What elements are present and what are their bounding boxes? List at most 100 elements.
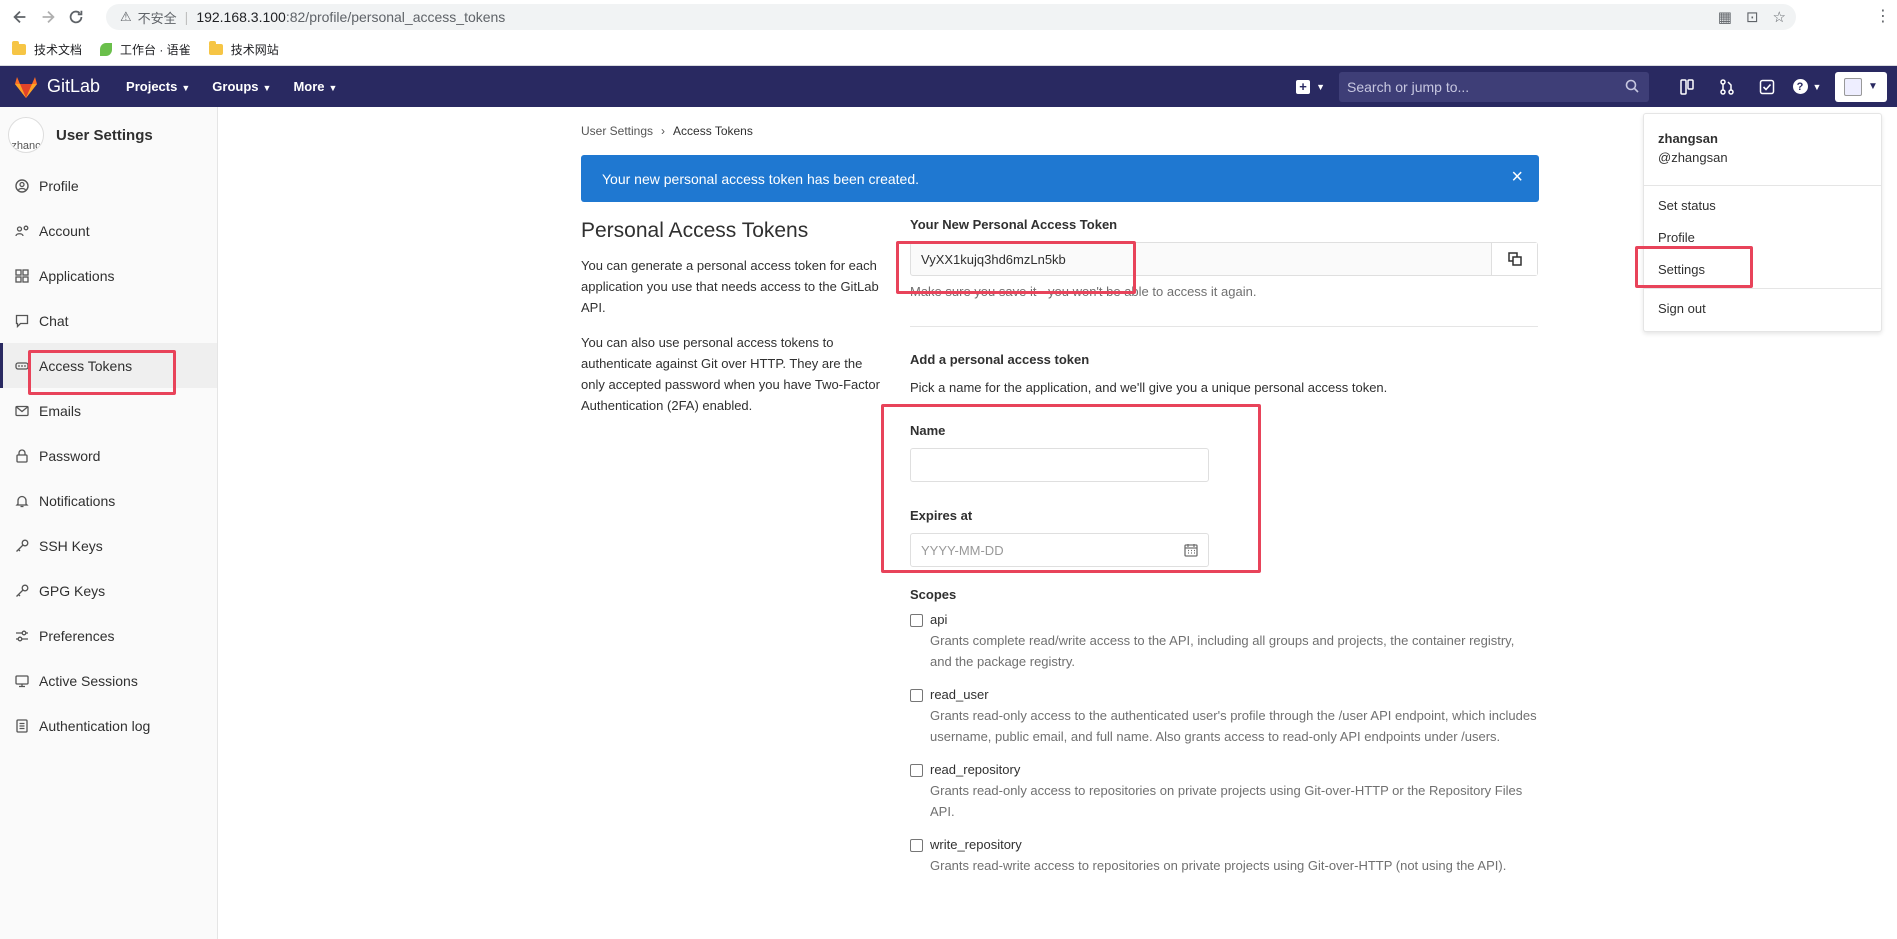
menu-item-set-status[interactable]: Set status — [1644, 189, 1881, 221]
scope-option[interactable]: write_repository — [910, 837, 1538, 852]
log-icon — [14, 718, 30, 734]
dropdown-user-info[interactable]: zhangsan @zhangsan — [1644, 114, 1881, 182]
scope-checkbox[interactable] — [910, 689, 923, 702]
sidebar-item-profile[interactable]: Profile — [0, 163, 217, 208]
settings-sidebar: zhanc User Settings Profile Account Appl… — [0, 107, 218, 939]
menu-item-sign-out[interactable]: Sign out — [1644, 292, 1881, 324]
sidebar-item-label: Authentication log — [39, 717, 151, 734]
sidebar-item-ssh-keys[interactable]: SSH Keys — [0, 523, 217, 568]
sidebar-item-password[interactable]: Password — [0, 433, 217, 478]
new-token-label: Your New Personal Access Token — [910, 217, 1118, 232]
more-menu[interactable]: More ▼ — [293, 79, 337, 94]
sidebar-item-preferences[interactable]: Preferences — [0, 613, 217, 658]
bookmark-item[interactable]: 工作台 · 语雀 — [100, 41, 191, 58]
flash-message: Your new personal access token has been … — [602, 170, 920, 187]
chevron-down-icon: ▼ — [262, 83, 272, 93]
scope-option[interactable]: read_user — [910, 687, 1538, 702]
browser-menu-icon[interactable]: ⋮ — [1875, 6, 1891, 26]
sidebar-item-label: Preferences — [39, 627, 115, 644]
intro-section: Personal Access Tokens You can generate … — [581, 219, 881, 430]
copy-button[interactable] — [1491, 243, 1537, 275]
top-menu: Projects ▼ Groups ▼ More ▼ — [126, 79, 337, 94]
annotation-box-settings — [1635, 246, 1753, 288]
scope-option[interactable]: read_repository — [910, 762, 1538, 777]
back-icon[interactable] — [6, 3, 34, 31]
sidebar-item-account[interactable]: Account — [0, 208, 217, 253]
close-icon[interactable]: × — [1511, 167, 1523, 187]
translate-icon[interactable]: ⊡ — [1746, 8, 1759, 26]
scope-name: read_repository — [930, 762, 1021, 777]
breadcrumb-parent[interactable]: User Settings — [581, 124, 653, 138]
mail-icon — [14, 403, 30, 419]
scope-checkbox[interactable] — [910, 764, 923, 777]
scope-description: Grants read-only access to repositories … — [930, 783, 1523, 819]
scope-option[interactable]: api — [910, 612, 1538, 627]
help-menu[interactable]: ? ▼ — [1787, 79, 1827, 94]
plus-icon: + — [1296, 79, 1311, 94]
sidebar-title: User Settings — [56, 126, 153, 144]
merge-requests-icon[interactable] — [1707, 78, 1747, 95]
todos-icon[interactable] — [1747, 79, 1787, 95]
sidebar-item-label: Applications — [39, 267, 115, 284]
forward-icon[interactable] — [34, 3, 62, 31]
bookmark-item[interactable]: 技术文档 — [12, 40, 82, 58]
projects-menu[interactable]: Projects ▼ — [126, 79, 190, 94]
copy-icon — [1507, 252, 1522, 266]
lock-icon — [14, 448, 30, 464]
sidebar-item-label: Profile — [39, 177, 79, 194]
sidebar-item-label: Account — [39, 222, 90, 239]
scope-name: api — [930, 612, 948, 627]
sidebar-item-notifications[interactable]: Notifications — [0, 478, 217, 523]
sidebar-item-applications[interactable]: Applications — [0, 253, 217, 298]
url-host: 192.168.3.100 — [196, 9, 286, 25]
bookmark-star-icon[interactable]: ☆ — [1773, 8, 1786, 26]
breadcrumb-chevron-icon: › — [661, 124, 666, 138]
folder-icon — [12, 40, 26, 55]
gitlab-home-link[interactable]: GitLab — [13, 75, 100, 99]
menu-label: Projects — [126, 79, 178, 94]
dropdown-handle: @zhangsan — [1658, 150, 1728, 165]
sidebar-item-label: SSH Keys — [39, 537, 103, 554]
key-icon — [14, 538, 30, 554]
sidebar-header[interactable]: zhanc User Settings — [0, 107, 217, 163]
url-path: :82/profile/personal_access_tokens — [285, 9, 506, 25]
gitlab-header: GitLab Projects ▼ Groups ▼ More ▼ + ▼ Searc… — [0, 66, 1897, 107]
dropdown-username: zhangsan — [1658, 131, 1718, 146]
sidebar-item-authentication-log[interactable]: Authentication log — [0, 703, 217, 748]
sidebar-nav: Profile Account Applications Chat Access… — [0, 163, 217, 748]
bookmark-label: 工作台 · 语雀 — [120, 42, 191, 57]
qr-icon[interactable]: ▦ — [1718, 8, 1732, 26]
yuque-icon — [100, 42, 113, 56]
new-item-button[interactable]: + ▼ — [1296, 79, 1325, 94]
bell-icon — [14, 493, 30, 509]
warning-icon: ⚠ — [120, 9, 132, 24]
insecure-label: 不安全 — [137, 10, 177, 26]
sidebar-item-gpg-keys[interactable]: GPG Keys — [0, 568, 217, 613]
bookmarks-bar: 技术文档 工作台 · 语雀 技术网站 — [0, 33, 1897, 66]
bookmark-item[interactable]: 技术网站 — [208, 40, 279, 58]
scope-checkbox[interactable] — [910, 614, 923, 627]
scope-name: read_user — [930, 687, 989, 702]
scope-checkbox[interactable] — [910, 839, 923, 852]
sidebar-item-active-sessions[interactable]: Active Sessions — [0, 658, 217, 703]
intro-paragraph: You can generate a personal access token… — [581, 258, 879, 315]
breadcrumb: User Settings › Access Tokens — [581, 124, 753, 138]
groups-menu[interactable]: Groups ▼ — [212, 79, 271, 94]
issues-icon[interactable] — [1667, 78, 1707, 95]
address-separator: | — [184, 9, 189, 25]
annotation-box-access-tokens — [28, 350, 176, 395]
address-bar[interactable]: ⚠ 不安全 | 192.168.3.100 :82/profile/person… — [106, 4, 1796, 30]
sidebar-item-label: Active Sessions — [39, 672, 138, 689]
annotation-box-form — [881, 404, 1261, 573]
divider — [1644, 185, 1881, 186]
bookmark-label: 技术网站 — [230, 42, 279, 57]
menu-label: Groups — [212, 79, 259, 94]
breadcrumb-current[interactable]: Access Tokens — [673, 124, 753, 138]
search-input[interactable]: Search or jump to... — [1339, 71, 1649, 102]
intro-paragraph: You can also use personal access tokens … — [581, 335, 880, 413]
avatar — [1844, 77, 1863, 96]
sidebar-item-label: Chat — [39, 312, 69, 329]
user-menu-button[interactable]: ▼ — [1835, 71, 1887, 102]
reload-icon[interactable] — [62, 3, 90, 31]
sidebar-item-chat[interactable]: Chat — [0, 298, 217, 343]
